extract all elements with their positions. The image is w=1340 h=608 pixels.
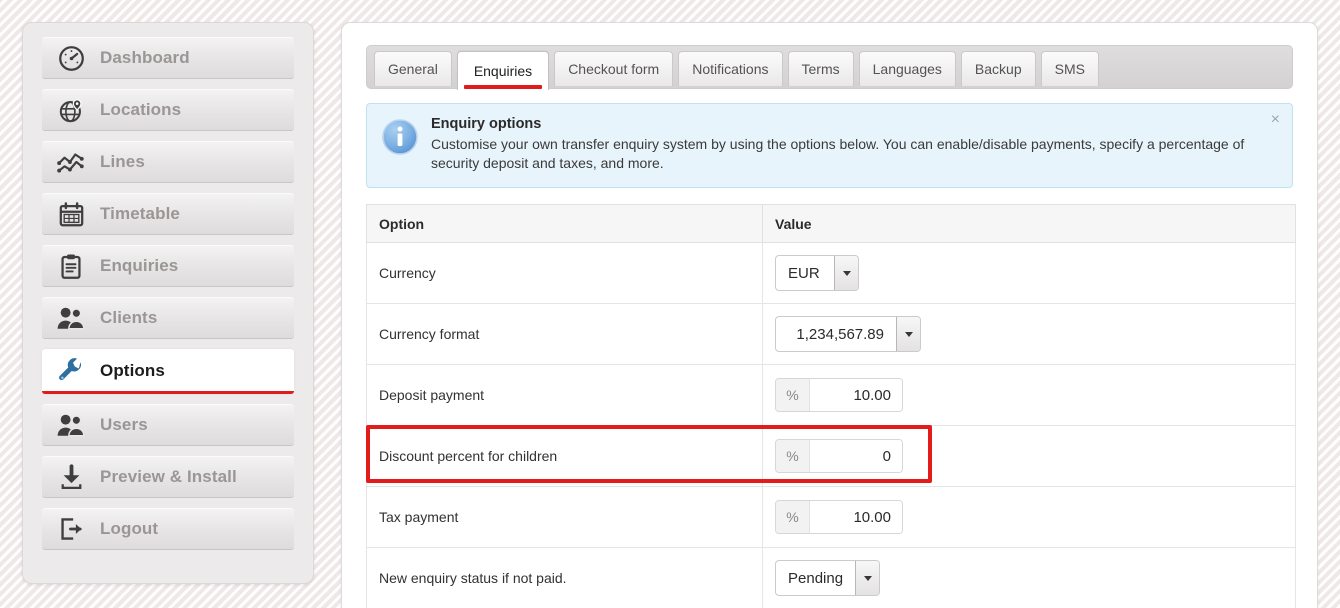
sidebar-item-label: Locations — [100, 100, 182, 119]
sidebar-item-preview-install[interactable]: Preview & Install — [42, 456, 294, 498]
users-icon — [42, 412, 100, 438]
enquiry-status-select[interactable]: Pending — [775, 560, 881, 596]
sidebar-item-label: Lines — [100, 152, 145, 171]
tab-languages[interactable]: Languages — [858, 51, 956, 86]
globe-pin-icon — [42, 97, 100, 124]
option-value-cell: % 10.00 — [762, 486, 1296, 548]
option-value-cell: Pending — [762, 547, 1296, 608]
option-value-cell: % 0 — [762, 425, 1296, 487]
sidebar-item-label: Timetable — [100, 204, 180, 223]
option-label-discount-percent-for-children: Discount percent for children — [366, 425, 763, 487]
alert-title: Enquiry options — [431, 116, 542, 132]
tab-sms[interactable]: SMS — [1040, 51, 1099, 86]
sidebar-item-enquiries[interactable]: Enquiries — [42, 245, 294, 287]
settings-tabbar: General Enquiries Checkout form Notifica… — [366, 45, 1293, 90]
tab-terms[interactable]: Terms — [787, 51, 854, 86]
table-row: Tax payment % 10.00 — [366, 486, 1296, 548]
sidebar-item-label: Users — [100, 415, 148, 434]
enquiry-status-select-value: Pending — [788, 569, 844, 587]
deposit-payment-input-group[interactable]: % 10.00 — [775, 378, 903, 412]
tab-label: Notifications — [692, 61, 769, 77]
option-label-currency-format: Currency format — [366, 303, 763, 365]
sidebar-item-label: Clients — [100, 308, 158, 327]
sidebar-item-locations[interactable]: Locations — [42, 89, 294, 131]
tab-label: Enquiries — [473, 63, 533, 79]
gauge-icon — [42, 45, 100, 72]
tab-general[interactable]: General — [374, 51, 452, 86]
sidebar-item-users[interactable]: Users — [42, 404, 294, 446]
wrench-icon — [42, 357, 100, 385]
option-label-deposit-payment: Deposit payment — [366, 364, 763, 426]
sidebar-item-options[interactable]: Options — [42, 349, 294, 394]
option-value-cell: % 10.00 — [762, 364, 1296, 426]
tab-label: Terms — [801, 61, 840, 77]
column-header-option: Option — [366, 204, 763, 243]
tab-label: Checkout form — [568, 61, 660, 77]
column-header-value: Value — [762, 204, 1296, 243]
option-value-cell: 1,234,567.89 — [762, 303, 1296, 365]
main-panel: General Enquiries Checkout form Notifica… — [341, 22, 1318, 608]
sidebar-item-dashboard[interactable]: Dashboard — [42, 37, 294, 79]
sidebar-item-logout[interactable]: Logout — [42, 508, 294, 550]
sidebar-item-label: Preview & Install — [100, 467, 237, 486]
line-chart-icon — [42, 149, 100, 175]
info-icon — [381, 116, 425, 173]
close-icon[interactable]: × — [1271, 112, 1280, 128]
clipboard-icon — [42, 253, 100, 280]
logout-icon — [42, 516, 100, 542]
table-row: New enquiry status if not paid. Pending — [366, 547, 1296, 608]
currency-select-value: EUR — [788, 264, 820, 282]
download-icon — [42, 463, 100, 491]
deposit-payment-input[interactable]: 10.00 — [810, 379, 902, 411]
sidebar-item-label: Options — [100, 360, 165, 380]
currency-format-select-value: 1,234,567.89 — [796, 325, 884, 343]
alert-body: Enquiry options Customise your own trans… — [425, 116, 1278, 173]
sidebar-item-label: Logout — [100, 519, 159, 538]
tab-backup[interactable]: Backup — [960, 51, 1036, 86]
sidebar-item-timetable[interactable]: Timetable — [42, 193, 294, 235]
tax-payment-input[interactable]: 10.00 — [810, 501, 902, 533]
alert-text: Customise your own transfer enquiry syst… — [431, 136, 1245, 171]
percent-icon: % — [776, 379, 810, 411]
discount-percent-input[interactable]: 0 — [810, 440, 902, 472]
sidebar-item-clients[interactable]: Clients — [42, 297, 294, 339]
table-row: Currency format 1,234,567.89 — [366, 303, 1296, 365]
tab-enquiries[interactable]: Enquiries — [456, 51, 550, 90]
option-label-new-enquiry-status: New enquiry status if not paid. — [366, 547, 763, 608]
tab-checkout-form[interactable]: Checkout form — [554, 51, 674, 86]
table-row: Discount percent for children % 0 — [366, 425, 1296, 487]
tab-label: General — [388, 61, 438, 77]
sidebar: Dashboard Locations Lines Timetable Enqu… — [22, 22, 314, 584]
tax-payment-input-group[interactable]: % 10.00 — [775, 500, 903, 534]
currency-format-select[interactable]: 1,234,567.89 — [775, 316, 921, 352]
tab-label: Backup — [974, 61, 1022, 77]
users-icon — [42, 305, 100, 331]
calendar-icon — [42, 201, 100, 228]
percent-icon: % — [776, 501, 810, 533]
table-header-row: Option Value — [366, 204, 1296, 243]
option-value-cell: EUR — [762, 242, 1296, 304]
option-label-tax-payment: Tax payment — [366, 486, 763, 548]
sidebar-item-lines[interactable]: Lines — [42, 141, 294, 183]
percent-icon: % — [776, 440, 810, 472]
chevron-down-icon — [834, 256, 858, 290]
sidebar-item-label: Dashboard — [100, 48, 190, 67]
currency-select[interactable]: EUR — [775, 255, 859, 291]
sidebar-item-label: Enquiries — [100, 256, 179, 275]
tab-label: SMS — [1054, 61, 1085, 77]
tab-label: Languages — [872, 61, 942, 77]
chevron-down-icon — [855, 561, 880, 595]
table-row: Currency EUR — [366, 242, 1296, 304]
option-label-currency: Currency — [366, 242, 763, 304]
table-row: Deposit payment % 10.00 — [366, 364, 1296, 426]
chevron-down-icon — [896, 317, 920, 351]
discount-percent-input-group[interactable]: % 0 — [775, 439, 903, 473]
enquiry-options-alert: Enquiry options Customise your own trans… — [366, 103, 1293, 188]
tab-notifications[interactable]: Notifications — [678, 51, 783, 86]
options-table: Option Value Currency EUR Currency forma… — [366, 204, 1296, 608]
